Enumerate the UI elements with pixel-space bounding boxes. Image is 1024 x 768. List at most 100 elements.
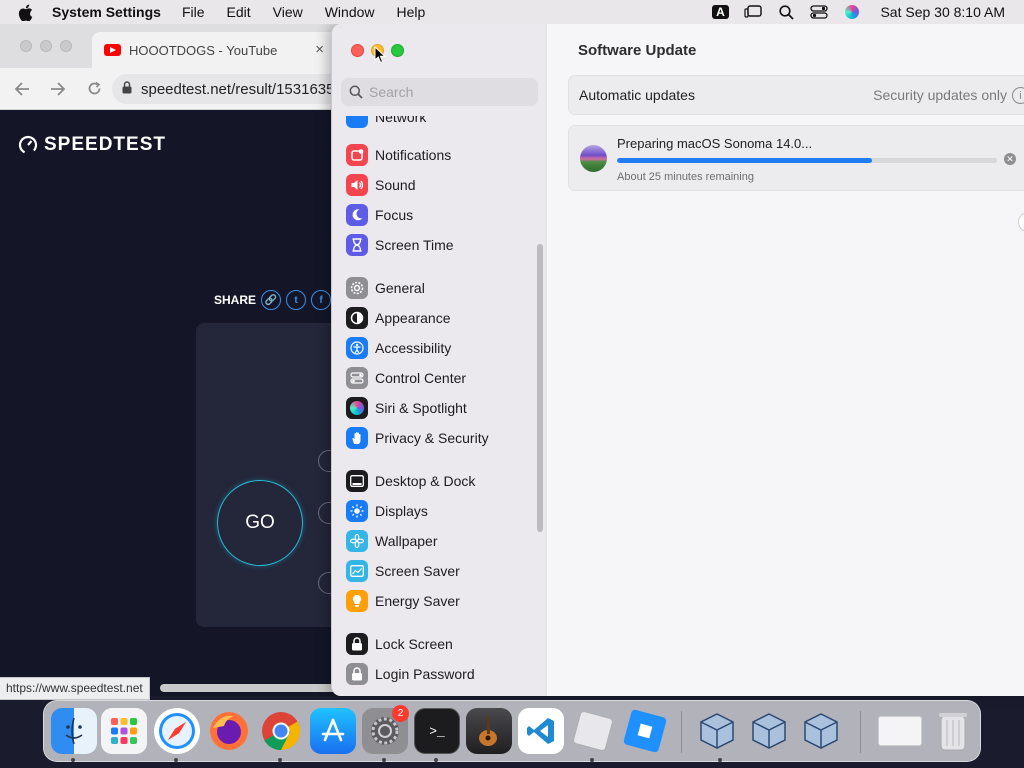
gear-icon [346, 277, 368, 299]
sidebar-item-displays[interactable]: Displays [346, 498, 536, 524]
sidebar-scrollbar[interactable] [537, 244, 543, 532]
close-button[interactable] [351, 44, 364, 57]
dock-terminal-icon[interactable]: >_ [414, 708, 460, 754]
dock-safari-icon[interactable] [154, 708, 200, 754]
browser-tab-title: HOOOTDOGS - YouTube [129, 42, 278, 58]
sidebar-item-label: Displays [375, 503, 428, 519]
reload-icon[interactable] [86, 81, 102, 97]
help-button[interactable]: ? [1018, 212, 1024, 232]
browser-zoom-button[interactable] [60, 40, 72, 52]
sidebar-item-general[interactable]: General [346, 275, 536, 301]
sidebar-item-energy-saver[interactable]: Energy Saver [346, 588, 536, 614]
speedtest-logo[interactable]: SPEEDTEST [18, 134, 166, 156]
browser-minimize-button[interactable] [40, 40, 52, 52]
mouse-cursor [374, 45, 387, 69]
sidebar-item-focus[interactable]: Focus [346, 202, 536, 228]
running-indicator [382, 758, 386, 762]
dock-virtualbox-icon[interactable] [746, 708, 792, 754]
input-source-icon[interactable]: A [709, 4, 731, 20]
bulb-icon [346, 590, 368, 612]
zoom-button[interactable] [391, 44, 404, 57]
siri-icon[interactable] [841, 4, 863, 20]
sidebar-item-appearance[interactable]: Appearance [346, 305, 536, 331]
speedometer-icon [18, 135, 38, 155]
sidebar-item-accessibility[interactable]: Accessibility [346, 335, 536, 361]
menu-edit[interactable]: Edit [227, 4, 251, 20]
share-facebook-icon[interactable]: f [311, 290, 332, 310]
padlock-icon [346, 663, 368, 685]
cancel-update-icon[interactable]: ✕ [1004, 153, 1016, 165]
moon-icon [346, 204, 368, 226]
dock-virtualbox-icon[interactable] [694, 708, 740, 754]
sidebar-item-sound[interactable]: Sound [346, 172, 536, 198]
browser-tab[interactable]: HOOOTDOGS - YouTube × [92, 32, 340, 68]
share-label: SHARE [214, 293, 257, 307]
sidebar-item-lock-screen[interactable]: Lock Screen [346, 631, 536, 657]
dock-screenshot-icon[interactable] [876, 708, 924, 754]
settings-search-field[interactable] [341, 78, 538, 106]
forward-arrow-icon[interactable] [50, 81, 66, 97]
address-bar[interactable]: speedtest.net/result/1531635 [112, 74, 340, 104]
menu-help[interactable]: Help [397, 4, 426, 20]
share-link-icon[interactable]: 🔗 [261, 290, 282, 310]
share-twitter-icon[interactable]: t [286, 290, 307, 310]
accessibility-icon [346, 337, 368, 359]
sidebar-item-notifications[interactable]: Notifications [346, 142, 536, 168]
automatic-updates-row[interactable]: Automatic updates Security updates only … [568, 75, 1024, 115]
dock-trash-icon[interactable] [930, 708, 976, 754]
sidebar-item-network[interactable]: Network [346, 116, 536, 130]
sidebar-item-control-center[interactable]: Control Center [346, 365, 536, 391]
menu-app-name[interactable]: System Settings [52, 4, 161, 20]
sidebar-item-label: Wallpaper [375, 533, 438, 549]
share-row: SHARE 🔗 t f [214, 290, 332, 310]
back-arrow-icon[interactable] [14, 81, 30, 97]
sidebar-item-label: Siri & Spotlight [375, 400, 467, 416]
dock-garageband-icon[interactable] [466, 708, 512, 754]
sidebar-item-desktop-dock[interactable]: Desktop & Dock [346, 468, 536, 494]
dock: 2 >_ [43, 700, 981, 762]
menu-view[interactable]: View [273, 4, 303, 20]
stage-manager-icon[interactable] [742, 4, 764, 20]
switches-icon [346, 367, 368, 389]
sun-icon [346, 500, 368, 522]
browser-horizontal-scrollbar[interactable] [160, 684, 340, 692]
spotlight-search-icon[interactable] [775, 4, 797, 20]
sidebar-item-label: Accessibility [375, 340, 452, 356]
sidebar-item-siri-spotlight[interactable]: Siri & Spotlight [346, 395, 536, 421]
sidebar-item-privacy-security[interactable]: Privacy & Security [346, 425, 536, 451]
appearance-icon [346, 307, 368, 329]
browser-window: HOOOTDOGS - YouTube × speedtest.net/resu… [0, 24, 340, 696]
running-indicator [174, 758, 178, 762]
apple-menu-icon[interactable] [18, 4, 38, 21]
dock-roblox-studio-icon[interactable] [622, 708, 668, 754]
update-title: Preparing macOS Sonoma 14.0... [617, 136, 813, 151]
control-center-icon[interactable] [808, 4, 830, 20]
sidebar-item-login-password[interactable]: Login Password [346, 661, 536, 687]
menu-file[interactable]: File [182, 4, 205, 20]
sidebar-item-label: Desktop & Dock [375, 473, 476, 489]
sidebar-item-label: Screen Time [375, 237, 454, 253]
menu-window[interactable]: Window [325, 4, 375, 20]
dock-vscode-icon[interactable] [518, 708, 564, 754]
info-icon[interactable]: i [1012, 87, 1024, 104]
dock-firefox-icon[interactable] [206, 708, 252, 754]
go-button[interactable]: GO [217, 480, 303, 566]
bell-icon [346, 144, 368, 166]
dock-separator [860, 711, 861, 753]
sidebar-item-screen-time[interactable]: Screen Time [346, 232, 536, 258]
dock-virtualbox-icon[interactable] [798, 708, 844, 754]
tab-close-icon[interactable]: × [315, 41, 324, 58]
browser-close-button[interactable] [20, 40, 32, 52]
sidebar-item-label: Energy Saver [375, 593, 460, 609]
dock-chrome-icon[interactable] [258, 708, 304, 754]
dock-roblox-icon[interactable] [570, 708, 616, 754]
sidebar-item-screen-saver[interactable]: Screen Saver [346, 558, 536, 584]
globe-icon [346, 116, 368, 128]
dock-launchpad-icon[interactable] [101, 708, 147, 754]
dock-finder-icon[interactable] [51, 708, 97, 754]
menubar-clock[interactable]: Sat Sep 30 8:10 AM [880, 4, 1005, 20]
search-input[interactable] [369, 84, 529, 100]
sidebar-item-wallpaper[interactable]: Wallpaper [346, 528, 536, 554]
dock-app-store-icon[interactable] [310, 708, 356, 754]
speedtest-logo-text: SPEEDTEST [44, 134, 166, 155]
